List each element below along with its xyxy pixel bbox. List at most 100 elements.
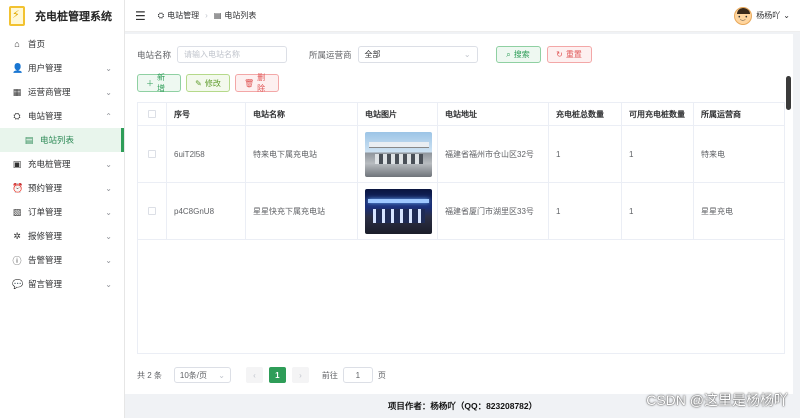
cell-operator: 星星充电 xyxy=(701,206,733,216)
prev-page-button[interactable]: ‹ xyxy=(245,367,263,383)
edit-button[interactable]: ✎ 修改 xyxy=(186,74,230,92)
breadcrumb-item-station-list: 电站列表 xyxy=(224,11,257,20)
user-name[interactable]: 杨杨吖 xyxy=(756,10,780,21)
goto-page-input[interactable]: 1 xyxy=(342,367,373,383)
station-table: 序号 电站名称 电站图片 电站地址 充电桩总数量 可用充电桩数量 所属运营商 6… xyxy=(137,102,785,354)
cell-operator: 特来电 xyxy=(701,149,725,159)
next-page-button[interactable]: › xyxy=(291,367,309,383)
sidebar-item-label: 告警管理 xyxy=(28,255,63,265)
chevron-down-icon: ⌄ xyxy=(105,207,112,217)
watermark: CSDN @这里是杨杨吖 xyxy=(646,392,788,408)
cell-address: 福建省厦门市湖里区33号 xyxy=(438,183,549,239)
select-all-checkbox[interactable] xyxy=(148,110,156,118)
sidebar-item-3[interactable]: ⛭ 电站管理 ⌃ xyxy=(0,104,124,128)
building-icon: ▦ xyxy=(12,86,22,97)
user-menu[interactable]: 杨杨吖 ⌄ xyxy=(734,6,790,25)
chevron-down-icon: ⌄ xyxy=(105,255,112,265)
sidebar-item-label: 运营商管理 xyxy=(28,87,71,97)
app-title: 充电桩管理系统 xyxy=(35,11,112,23)
station-name-input[interactable]: 请输入电站名称 xyxy=(177,46,288,63)
chevron-right-icon: › xyxy=(299,370,302,380)
sidebar-item-7[interactable]: ▧ 订单管理 ⌄ xyxy=(0,200,124,224)
cell-image xyxy=(358,126,438,182)
page-number-current[interactable]: 1 xyxy=(268,367,286,383)
filter-bar: 电站名称 请输入电站名称 所属运营商 全部 ⌄ ⌕ 搜索 ↻ 重置 xyxy=(137,46,592,63)
charger-logo-icon xyxy=(9,6,25,26)
sidebar-item-8[interactable]: ✲ 报修管理 ⌄ xyxy=(0,224,124,248)
add-button-label: 新增 xyxy=(157,73,165,93)
app-logo: 充电桩管理系统 xyxy=(0,0,124,32)
scrollbar[interactable] xyxy=(786,76,791,110)
pagination: 共 2 条 10条/页 ⌄ ‹ 1 › 前往 1 页 xyxy=(137,367,386,383)
sidebar-item-label: 用户管理 xyxy=(28,63,63,73)
sidebar-item-5[interactable]: ▣ 充电桩管理 ⌄ xyxy=(0,152,124,176)
table-row[interactable]: p4C8GnU8 星星快充下属充电站 福建省厦门市湖里区33号 1 1 星星充电 xyxy=(138,183,784,240)
chevron-down-icon: ⌄ xyxy=(105,279,112,289)
station-photo[interactable] xyxy=(365,188,432,234)
sidebar-item-4[interactable]: ▤ 电站列表 xyxy=(0,128,124,152)
sidebar-item-label: 电站管理 xyxy=(28,111,63,121)
add-button[interactable]: ＋ 新增 xyxy=(137,73,181,93)
delete-button[interactable]: 🗑 删除 xyxy=(235,73,279,93)
column-header-available: 可用充电桩数量 xyxy=(622,103,694,125)
cell-name: 星星快充下属充电站 xyxy=(246,183,358,239)
edit-icon: ✎ xyxy=(195,78,202,88)
message-icon: 💬 xyxy=(12,278,24,289)
column-header-name: 电站名称 xyxy=(246,103,358,125)
operator-select[interactable]: 全部 ⌄ xyxy=(357,46,478,63)
main-panel: 电站名称 请输入电站名称 所属运营商 全部 ⌄ ⌕ 搜索 ↻ 重置 ＋ 新增 ✎… xyxy=(125,34,793,394)
search-button-label: 搜索 xyxy=(513,50,530,59)
cell-id: 6uiT2l58 xyxy=(167,126,246,182)
chevron-down-icon: ⌄ xyxy=(218,370,225,380)
column-header-id: 序号 xyxy=(167,103,246,125)
column-header-total: 充电桩总数量 xyxy=(549,103,622,125)
refresh-icon: ↻ xyxy=(556,50,563,59)
table-row[interactable]: 6uiT2l58 特来电下属充电站 福建省福州市仓山区32号 1 1 特来电 xyxy=(138,126,784,183)
avatar[interactable] xyxy=(734,6,753,25)
top-header: ☰ ⛭ 电站管理 › ▤ 电站列表 杨杨吖 ⌄ xyxy=(125,0,800,32)
sidebar-menu: ⌂ 首页 👤 用户管理 ⌄ ▦ 运营商管理 ⌄ ⛭ 电站管理 ⌃ ▤ 电站列表 ▣ 充电桩管理 ⌄ ⏰ 预约管理 ⌄… xyxy=(0,32,124,296)
breadcrumb-item-station-manage[interactable]: 电站管理 xyxy=(167,10,199,21)
search-icon: ⌕ xyxy=(506,49,511,59)
page-size-select[interactable]: 10条/页 ⌄ xyxy=(173,367,231,383)
breadcrumb-separator: › xyxy=(205,11,208,20)
sidebar-item-9[interactable]: ⓘ 告警管理 ⌄ xyxy=(0,248,124,272)
chevron-down-icon: ⌄ xyxy=(105,159,112,169)
station-photo[interactable] xyxy=(365,131,432,177)
row-checkbox[interactable] xyxy=(148,207,156,215)
operator-label: 所属运营商 xyxy=(309,49,352,60)
chevron-down-icon[interactable]: ⌄ xyxy=(783,11,790,20)
station-name-label: 电站名称 xyxy=(137,49,172,60)
reset-button[interactable]: ↻ 重置 xyxy=(546,46,592,63)
cell-name: 特来电下属充电站 xyxy=(246,126,358,182)
delete-button-label: 删除 xyxy=(257,73,266,93)
sidebar-item-label: 充电桩管理 xyxy=(28,159,71,169)
page-size-value: 10条/页 xyxy=(179,370,208,380)
sidebar-item-2[interactable]: ▦ 运营商管理 ⌄ xyxy=(0,80,124,104)
warning-icon: ⓘ xyxy=(12,255,22,266)
operator-select-value: 全部 xyxy=(364,50,381,59)
row-checkbox[interactable] xyxy=(148,150,156,158)
column-header-image: 电站图片 xyxy=(358,103,438,125)
order-icon: ▧ xyxy=(12,206,22,217)
column-header-address: 电站地址 xyxy=(438,103,549,125)
sidebar-item-label: 留言管理 xyxy=(28,279,63,289)
pagination-total: 共 2 条 xyxy=(137,370,162,380)
charger-icon: ▣ xyxy=(12,158,22,169)
chevron-down-icon: ⌄ xyxy=(105,231,112,241)
cell-total: 1 xyxy=(549,183,622,239)
list-icon: ▤ xyxy=(24,134,34,145)
cell-available: 1 xyxy=(622,183,694,239)
menu-toggle-icon[interactable]: ☰ xyxy=(135,9,146,23)
chevron-down-icon: ⌄ xyxy=(105,63,112,73)
sidebar-item-6[interactable]: ⏰ 预约管理 ⌄ xyxy=(0,176,124,200)
chevron-up-icon: ⌃ xyxy=(105,111,112,121)
select-all-cell xyxy=(138,103,167,125)
action-bar: ＋ 新增 ✎ 修改 🗑 删除 xyxy=(137,73,284,93)
sidebar-item-1[interactable]: 👤 用户管理 ⌄ xyxy=(0,56,124,80)
reset-button-label: 重置 xyxy=(565,50,582,59)
page-unit-label: 页 xyxy=(377,370,386,380)
search-button[interactable]: ⌕ 搜索 xyxy=(495,46,541,63)
sidebar-item-0[interactable]: ⌂ 首页 xyxy=(0,32,124,56)
sidebar-item-10[interactable]: 💬 留言管理 ⌄ xyxy=(0,272,124,296)
